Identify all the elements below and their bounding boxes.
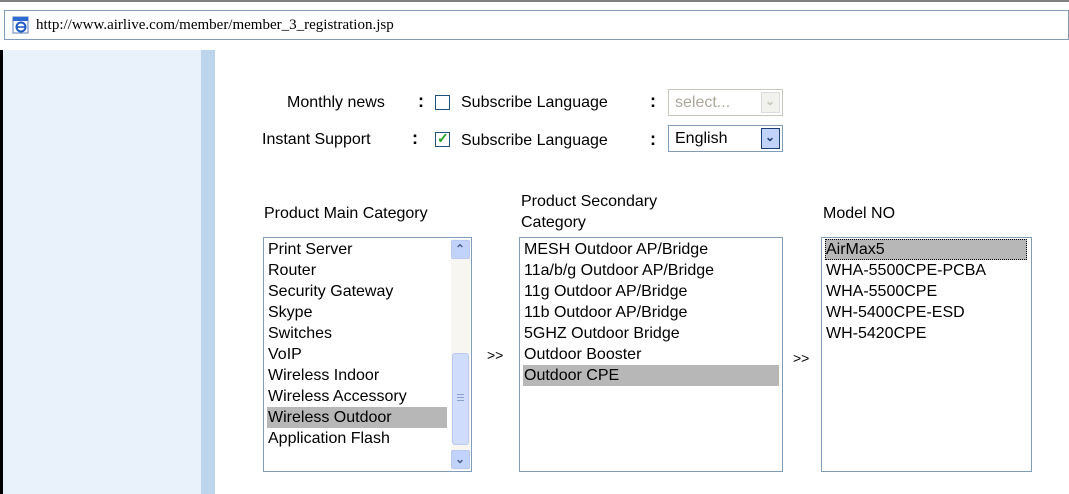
grip-line (457, 394, 464, 395)
model-no-listbox[interactable]: AirMax5 WHA-5500CPE-PCBA WHA-5500CPE WH-… (821, 237, 1032, 472)
monthly-news-subscribe-label: Subscribe Language (461, 94, 608, 111)
list-item[interactable]: Security Gateway (267, 281, 397, 302)
arrow-separator-1: >> (487, 347, 504, 363)
chevron-down-icon[interactable]: ⌄ (451, 450, 470, 469)
chevron-up-icon[interactable]: ⌃ (451, 240, 470, 259)
main-category-scrollbar[interactable]: ⌃ ⌄ (451, 239, 470, 470)
list-item[interactable]: WHA-5500CPE-PCBA (825, 260, 990, 281)
instant-support-language-value: English (675, 130, 728, 147)
main-category-listbox[interactable]: Print Server Router Security Gateway Sky… (263, 237, 472, 472)
list-item[interactable]: Wireless Indoor (267, 365, 383, 386)
list-item-selected[interactable]: Outdoor CPE (523, 365, 779, 386)
ie-page-icon (12, 16, 29, 34)
instant-support-language-select[interactable]: English ⌄ (668, 125, 783, 152)
list-item[interactable]: Wireless Accessory (267, 386, 411, 407)
instant-support-lang-colon: : (650, 129, 656, 149)
list-item[interactable]: WH-5400CPE-ESD (825, 302, 969, 323)
list-item[interactable]: 5GHZ Outdoor Bridge (523, 323, 684, 344)
browser-address-area: http://www.airlive.com/member/member_3_r… (0, 0, 1069, 42)
main-category-header: Product Main Category (264, 205, 428, 222)
window-top-border (0, 0, 1069, 2)
secondary-category-header-line2: Category (521, 214, 586, 231)
monthly-news-checkbox[interactable] (435, 95, 450, 110)
list-item-selected[interactable]: AirMax5 (825, 239, 1027, 260)
list-item[interactable]: WHA-5500CPE (825, 281, 941, 302)
instant-support-checkbox[interactable]: ✓ (435, 130, 450, 147)
list-item[interactable]: MESH Outdoor AP/Bridge (523, 239, 712, 260)
instant-support-colon: : (412, 128, 418, 148)
list-item[interactable]: 11a/b/g Outdoor AP/Bridge (523, 260, 718, 281)
monthly-news-colon: : (418, 91, 424, 111)
list-item[interactable]: WH-5420CPE (825, 323, 930, 344)
arrow-separator-2: >> (793, 350, 810, 366)
list-item[interactable]: Outdoor Booster (523, 344, 645, 365)
list-item[interactable]: 11b Outdoor AP/Bridge (523, 302, 691, 323)
page-content: Monthly news : Subscribe Language : sele… (0, 50, 1069, 494)
secondary-category-listbox[interactable]: MESH Outdoor AP/Bridge 11a/b/g Outdoor A… (519, 237, 783, 472)
monthly-news-label: Monthly news (287, 94, 385, 111)
monthly-news-language-value: select... (675, 94, 731, 111)
list-item[interactable]: VoIP (267, 344, 306, 365)
chevron-down-icon[interactable]: ⌄ (761, 128, 780, 149)
checkmark-icon: ✓ (437, 130, 449, 146)
instant-support-label: Instant Support (262, 131, 371, 148)
grip-line (457, 400, 464, 401)
list-item[interactable]: Router (267, 260, 320, 281)
chevron-down-icon[interactable]: ⌄ (761, 92, 780, 113)
list-item[interactable]: Switches (267, 323, 336, 344)
address-bar[interactable]: http://www.airlive.com/member/member_3_r… (4, 10, 1069, 40)
list-item[interactable]: Application Flash (267, 428, 394, 449)
left-sidebar (3, 50, 201, 494)
list-item[interactable]: Print Server (267, 239, 356, 260)
list-item[interactable]: Skype (267, 302, 316, 323)
monthly-news-lang-colon: : (650, 91, 656, 111)
grip-line (457, 397, 464, 398)
address-url[interactable]: http://www.airlive.com/member/member_3_r… (36, 17, 394, 34)
list-item-selected[interactable]: Wireless Outdoor (267, 407, 447, 428)
scroll-thumb[interactable] (452, 353, 469, 445)
secondary-category-header-line1: Product Secondary (521, 193, 658, 210)
left-sidebar-edge (201, 50, 215, 494)
model-no-header: Model NO (823, 205, 896, 222)
list-item[interactable]: 11g Outdoor AP/Bridge (523, 281, 691, 302)
instant-support-subscribe-label: Subscribe Language (461, 132, 608, 149)
monthly-news-language-select[interactable]: select... ⌄ (668, 89, 783, 116)
